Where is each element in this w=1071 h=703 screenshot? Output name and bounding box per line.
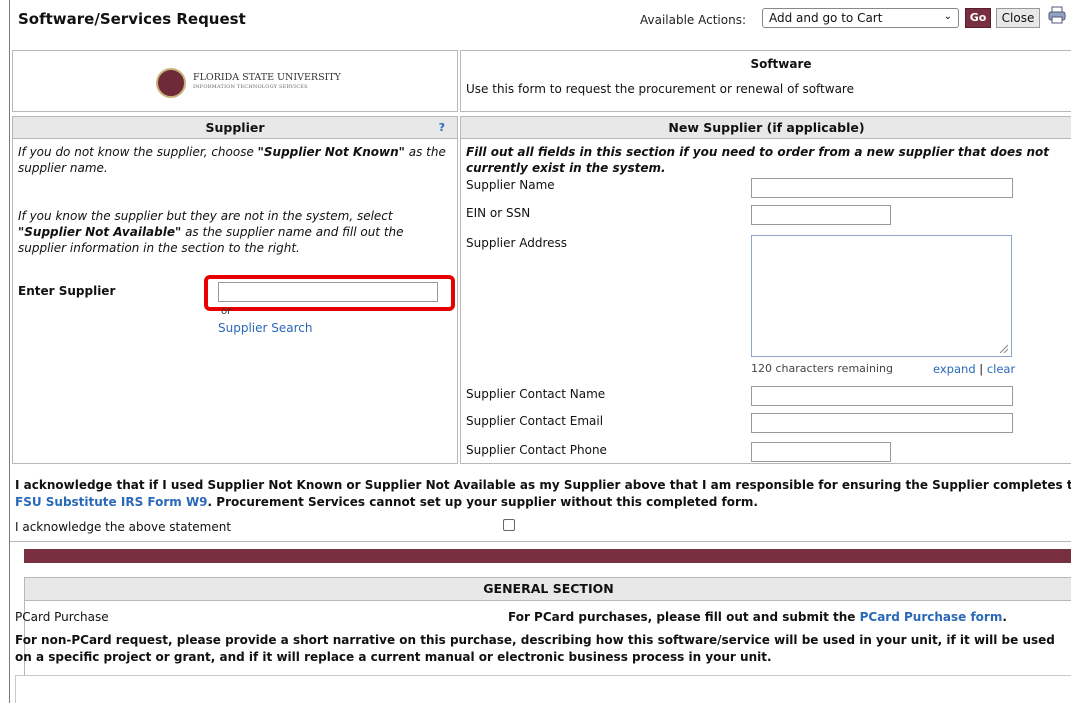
form-intro-cell: Software Use this form to request the pr… bbox=[460, 50, 1071, 112]
or-text: or bbox=[221, 306, 232, 317]
narrative-instructions: For non-PCard request, please provide a … bbox=[15, 633, 1055, 664]
contact-phone-label: Supplier Contact Phone bbox=[466, 443, 607, 457]
close-button[interactable]: Close bbox=[996, 8, 1040, 28]
logo-cell: FLORIDA STATE UNIVERSITY INFORMATION TEC… bbox=[12, 50, 458, 112]
fsu-seal-icon bbox=[156, 68, 186, 98]
contact-phone-input[interactable] bbox=[751, 442, 891, 462]
acknowledge-text: I acknowledge that if I used Supplier No… bbox=[15, 478, 1071, 492]
link-separator: | bbox=[979, 362, 984, 376]
pcard-purchase-form-link[interactable]: PCard Purchase form bbox=[860, 610, 1003, 624]
supplier-name-input[interactable] bbox=[751, 178, 1013, 198]
clear-link[interactable]: clear bbox=[987, 362, 1015, 376]
supplier-heading-text: Supplier bbox=[205, 120, 265, 135]
logo-name: FLORIDA STATE UNIVERSITY bbox=[193, 72, 341, 83]
form-type-heading: Software bbox=[750, 57, 812, 71]
contact-email-input[interactable] bbox=[751, 413, 1013, 433]
available-actions-label: Available Actions: bbox=[640, 13, 747, 27]
general-section-heading: GENERAL SECTION bbox=[25, 578, 1071, 601]
supplier-search-link[interactable]: Supplier Search bbox=[218, 321, 312, 335]
chevron-down-icon: ⌄ bbox=[943, 11, 952, 22]
acknowledge-checkbox[interactable] bbox=[503, 519, 515, 531]
supplier-name-label: Supplier Name bbox=[466, 178, 555, 192]
garnet-divider-bar bbox=[24, 549, 1071, 563]
page-title: Software/Services Request bbox=[18, 10, 246, 28]
w9-form-link[interactable]: FSU Substitute IRS Form W9 bbox=[15, 495, 208, 509]
pcard-text: For PCard purchases, please fill out and… bbox=[508, 610, 860, 624]
instruction-emphasis: "Supplier Not Known" bbox=[257, 145, 405, 159]
ein-ssn-label: EIN or SSN bbox=[466, 206, 531, 220]
supplier-section: Supplier ? If you do not know the suppli… bbox=[12, 116, 458, 464]
request-form: Software/Services Request Available Acti… bbox=[9, 0, 1071, 703]
ein-ssn-input[interactable] bbox=[751, 205, 891, 225]
narrative-textarea[interactable] bbox=[15, 675, 1071, 703]
logo-subtitle: INFORMATION TECHNOLOGY SERVICES bbox=[193, 84, 308, 90]
expand-clear-links: expand | clear bbox=[933, 362, 1015, 376]
acknowledge-text: . Procurement Services cannot set up you… bbox=[207, 495, 758, 509]
supplier-instructions-2: If you know the supplier but they are no… bbox=[18, 208, 448, 256]
available-actions-select[interactable]: Add and go to Cart ⌄ bbox=[762, 8, 959, 28]
instruction-text: If you know the supplier but they are no… bbox=[18, 209, 393, 223]
acknowledge-checkbox-label: I acknowledge the above statement bbox=[15, 520, 232, 534]
expand-link[interactable]: expand bbox=[933, 362, 976, 376]
supplier-address-label: Supplier Address bbox=[466, 236, 568, 250]
go-button[interactable]: Go bbox=[965, 8, 991, 28]
print-icon[interactable] bbox=[1048, 6, 1066, 24]
divider bbox=[10, 541, 1071, 542]
characters-remaining: 120 characters remaining bbox=[751, 362, 893, 375]
new-supplier-intro: Fill out all fields in this section if y… bbox=[466, 145, 1050, 175]
pcard-purchase-label: PCard Purchase bbox=[15, 610, 109, 624]
pcard-instructions: For PCard purchases, please fill out and… bbox=[508, 610, 1007, 624]
contact-name-input[interactable] bbox=[751, 386, 1013, 406]
title-bar: Software/Services Request Available Acti… bbox=[10, 0, 1071, 44]
instruction-emphasis: "Supplier Not Available" bbox=[18, 225, 182, 239]
instruction-text: If you do not know the supplier, choose bbox=[18, 145, 258, 159]
enter-supplier-label: Enter Supplier bbox=[18, 284, 116, 298]
pcard-text-end: . bbox=[1002, 610, 1007, 624]
supplier-instructions-1: If you do not know the supplier, choose … bbox=[18, 144, 448, 176]
contact-email-label: Supplier Contact Email bbox=[466, 414, 604, 428]
resize-grip-icon[interactable] bbox=[998, 343, 1008, 353]
available-actions-value: Add and go to Cart bbox=[769, 11, 883, 25]
acknowledge-section: I acknowledge that if I used Supplier No… bbox=[10, 468, 1071, 538]
acknowledge-statement: I acknowledge that if I used Supplier No… bbox=[15, 477, 1071, 511]
contact-name-label: Supplier Contact Name bbox=[466, 387, 606, 401]
help-icon[interactable]: ? bbox=[439, 117, 445, 138]
supplier-heading: Supplier ? bbox=[13, 117, 457, 139]
new-supplier-section: New Supplier (if applicable) Fill out al… bbox=[460, 116, 1071, 464]
new-supplier-heading: New Supplier (if applicable) bbox=[461, 117, 1071, 139]
enter-supplier-input[interactable] bbox=[218, 282, 438, 302]
general-section: GENERAL SECTION PCard Purchase For PCard… bbox=[15, 577, 1071, 703]
form-intro-text: Use this form to request the procurement… bbox=[466, 82, 854, 96]
supplier-address-textarea[interactable] bbox=[751, 235, 1012, 357]
